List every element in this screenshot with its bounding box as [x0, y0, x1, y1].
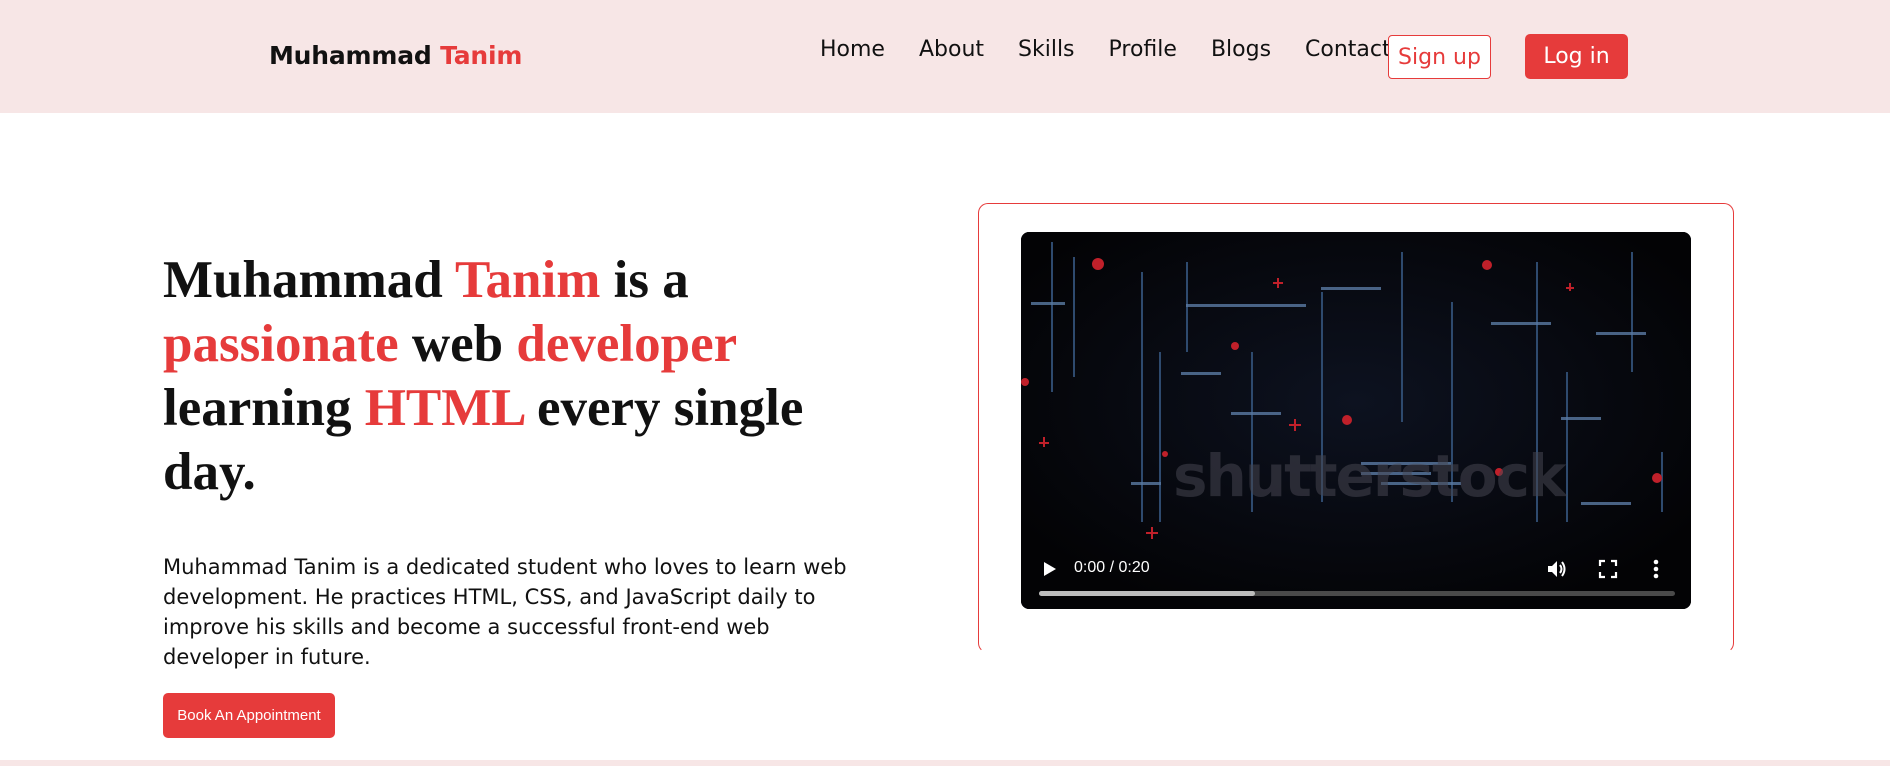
- nav-contact[interactable]: Contact: [1305, 37, 1391, 62]
- video-player[interactable]: shutterstock 0:00 / 0:20: [1021, 232, 1691, 609]
- title-accent: HTML: [364, 379, 524, 437]
- title-part: Muhammad: [163, 251, 456, 309]
- video-time: 0:00 / 0:20: [1074, 559, 1150, 576]
- login-button[interactable]: Log in: [1525, 34, 1628, 79]
- section-divider: [0, 760, 1890, 766]
- nav-home[interactable]: Home: [820, 37, 885, 62]
- signup-button[interactable]: Sign up: [1388, 35, 1491, 79]
- title-accent: passionate: [163, 315, 399, 373]
- video-watermark: shutterstock: [1173, 442, 1567, 510]
- video-progress-fill: [1039, 591, 1256, 596]
- title-accent: Tanim: [455, 251, 601, 309]
- main-nav: Home About Skills Profile Blogs Contact: [820, 37, 1425, 62]
- play-icon[interactable]: [1039, 559, 1059, 579]
- brand-first-name: Muhammad: [269, 41, 432, 70]
- hero-title: Muhammad Tanim is a passionate web devel…: [163, 248, 843, 504]
- brand-accent-name: Tanim: [440, 41, 523, 70]
- nav-about[interactable]: About: [919, 37, 984, 62]
- title-part: learning: [163, 379, 365, 437]
- nav-profile[interactable]: Profile: [1109, 37, 1177, 62]
- title-part: web: [398, 315, 517, 373]
- fullscreen-icon[interactable]: [1598, 559, 1618, 579]
- book-appointment-button[interactable]: Book An Appointment: [163, 693, 335, 738]
- video-progress-bar[interactable]: [1039, 591, 1675, 596]
- title-accent: developer: [516, 315, 737, 373]
- nav-skills[interactable]: Skills: [1018, 37, 1075, 62]
- brand-logo[interactable]: Muhammad Tanim: [269, 41, 522, 70]
- hero-description: Muhammad Tanim is a dedicated student wh…: [163, 555, 847, 669]
- title-part: is a: [600, 251, 689, 309]
- volume-icon[interactable]: [1545, 558, 1567, 580]
- site-header: Muhammad Tanim Home About Skills Profile…: [0, 0, 1890, 113]
- video-controls: 0:00 / 0:20: [1021, 539, 1691, 609]
- nav-blogs[interactable]: Blogs: [1211, 37, 1271, 62]
- more-vert-icon[interactable]: [1651, 558, 1661, 580]
